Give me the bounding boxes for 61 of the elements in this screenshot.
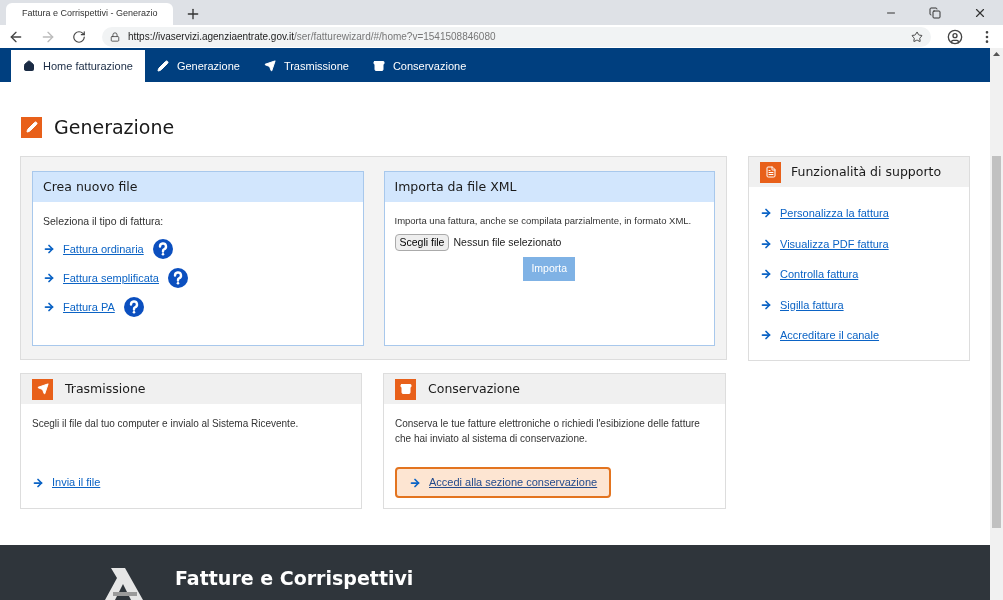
arrow-icon bbox=[760, 298, 772, 311]
card-text: Importa una fattura, anche se compilata parzialmente, in formato XML. bbox=[394, 214, 692, 228]
archive-box-icon bbox=[395, 378, 416, 400]
browser-tab[interactable]: Fattura e Corrispettivi - Generazio bbox=[6, 3, 173, 25]
lock-icon bbox=[110, 31, 120, 42]
card-title: Trasmissione bbox=[65, 379, 146, 398]
restore-icon[interactable] bbox=[929, 6, 941, 19]
arrow-icon bbox=[43, 242, 55, 255]
help-icon[interactable] bbox=[152, 238, 173, 259]
url-text: https://ivaservizi.agenziaentrate.gov.it/ser/fatturewizard/#/home?v=1541508846080 bbox=[128, 30, 497, 44]
pencil-icon bbox=[21, 116, 42, 138]
nav-tab[interactable]: Trasmissione bbox=[251, 50, 361, 82]
help-icon[interactable] bbox=[168, 267, 188, 288]
arrow-icon bbox=[760, 237, 772, 250]
card-text: Seleziona il tipo di fattura: bbox=[43, 214, 165, 229]
scrollbar[interactable] bbox=[990, 48, 1003, 600]
link[interactable]: Personalizza la fattura bbox=[780, 205, 889, 222]
link[interactable]: Fattura PA bbox=[63, 298, 115, 315]
home-icon bbox=[23, 60, 35, 72]
arrow-icon bbox=[760, 207, 772, 220]
arrow-icon bbox=[43, 300, 55, 313]
scroll-up-icon[interactable] bbox=[993, 52, 1000, 56]
tab-title: Fattura e Corrispettivi - Generazio bbox=[22, 7, 158, 21]
arrow-icon bbox=[760, 329, 772, 342]
paper-plane-icon bbox=[32, 378, 53, 400]
page-title: Generazione bbox=[54, 114, 175, 140]
profile-icon[interactable] bbox=[947, 28, 963, 45]
link[interactable]: Accedi alla sezione conservazione bbox=[429, 474, 598, 491]
link[interactable]: Visualizza PDF fattura bbox=[780, 235, 889, 252]
arrow-icon bbox=[32, 476, 44, 489]
card-text: Scegli il file dal tuo computer e invialo al Sistema Ricevente. bbox=[32, 417, 300, 431]
link[interactable]: Fattura ordinaria bbox=[63, 240, 144, 257]
reload-icon[interactable] bbox=[72, 29, 86, 44]
file-status: Nessun file selezionato bbox=[453, 234, 562, 250]
archive-box-icon bbox=[372, 60, 385, 72]
link[interactable]: Accreditare il canale bbox=[780, 327, 880, 344]
card-title: Conservazione bbox=[428, 379, 520, 398]
footer-title: Fatture e Corrispettivi bbox=[175, 565, 414, 591]
arrow-icon bbox=[43, 271, 55, 284]
scrollbar-thumb[interactable] bbox=[992, 156, 1001, 528]
document-icon bbox=[760, 161, 781, 183]
new-tab-icon[interactable] bbox=[185, 6, 201, 22]
link[interactable]: Fattura semplificata bbox=[63, 269, 159, 286]
arrow-icon bbox=[760, 268, 772, 281]
arrow-icon bbox=[409, 476, 421, 489]
link[interactable]: Invia il file bbox=[52, 474, 101, 491]
link[interactable]: Controlla fattura bbox=[780, 266, 859, 283]
card-title: Importa da file XML bbox=[394, 177, 517, 196]
nav-tab[interactable]: Conservazione bbox=[360, 50, 479, 82]
card-text: Conserva le tue fatture elettroniche o richiedi l'esibizione delle fatture che hai inviato al sistema di conservazione. bbox=[395, 417, 701, 446]
link[interactable]: Sigilla fattura bbox=[780, 296, 844, 313]
pencil-icon bbox=[156, 60, 169, 72]
nav-tab[interactable]: Home fatturazione bbox=[11, 50, 145, 82]
bookmark-star-icon[interactable] bbox=[911, 30, 923, 43]
card-title: Crea nuovo file bbox=[43, 177, 138, 196]
nav-tab[interactable]: Generazione bbox=[144, 50, 252, 82]
help-icon[interactable] bbox=[123, 296, 144, 317]
address-bar[interactable]: https://ivaservizi.agenziaentrate.gov.it/ser/fatturewizard/#/home?v=1541508846080 bbox=[102, 26, 931, 47]
paper-plane-icon bbox=[263, 60, 276, 72]
choose-file-button[interactable]: Scegli file bbox=[394, 234, 450, 252]
card-title: Funzionalità di supporto bbox=[791, 162, 942, 181]
